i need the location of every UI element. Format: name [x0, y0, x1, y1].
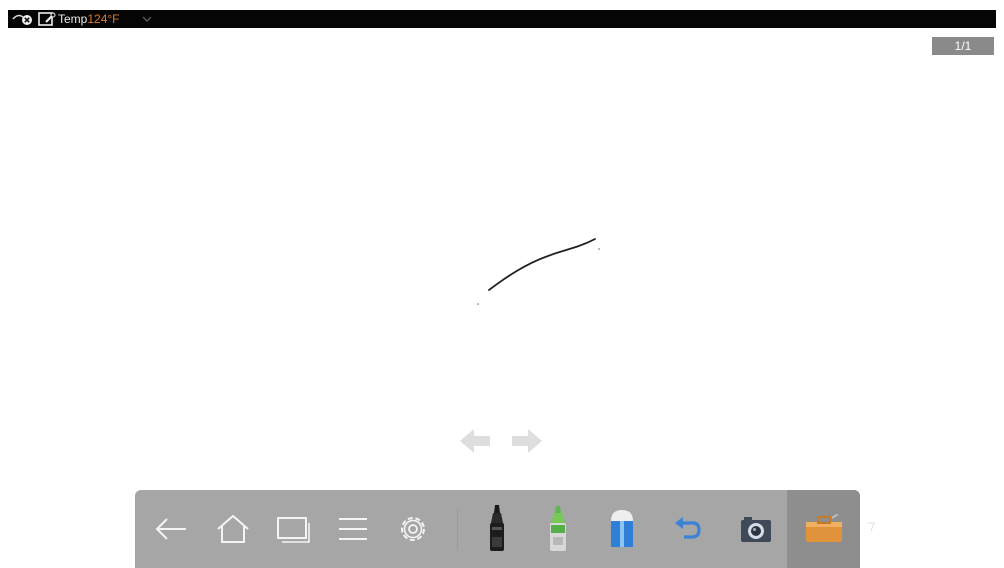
- chevron-down-icon[interactable]: [142, 16, 152, 22]
- arrow-left-icon: [460, 429, 490, 453]
- ink-dot: [598, 248, 600, 250]
- settings-button[interactable]: [391, 490, 435, 568]
- arrow-left-icon: [155, 518, 186, 540]
- eraser-icon: [611, 510, 633, 547]
- menu-button[interactable]: [331, 490, 375, 568]
- toolbar-handle[interactable]: [866, 520, 876, 538]
- bottom-toolbar: [135, 490, 860, 568]
- eraser-button[interactable]: [599, 490, 645, 568]
- screenshot-button[interactable]: [733, 490, 779, 568]
- black-marker-icon: [490, 505, 504, 551]
- windows-button[interactable]: [270, 490, 316, 568]
- undo-button[interactable]: [665, 490, 709, 568]
- eye-close-icon[interactable]: [12, 12, 34, 26]
- ink-dot: [477, 303, 479, 305]
- toolbox-icon: [805, 514, 842, 542]
- status-bar: Temp 124°F: [8, 10, 996, 28]
- menu-icon: [339, 518, 367, 540]
- toolbox-button[interactable]: [787, 490, 860, 568]
- highlighter-button[interactable]: [535, 490, 581, 568]
- camera-icon: [741, 517, 771, 542]
- arrow-right-icon: [512, 429, 542, 453]
- green-highlighter-icon: [550, 506, 566, 551]
- gear-icon: [401, 517, 425, 541]
- home-button[interactable]: [209, 490, 257, 568]
- home-icon: [217, 514, 249, 543]
- screen-pen-icon[interactable]: [38, 11, 56, 27]
- next-page-button[interactable]: [510, 426, 544, 456]
- temperature-label: Temp: [58, 12, 88, 26]
- back-button[interactable]: [149, 490, 193, 568]
- undo-icon: [675, 517, 701, 539]
- marker-button[interactable]: [475, 490, 519, 568]
- window-icon: [277, 517, 310, 543]
- prev-page-button[interactable]: [458, 426, 492, 456]
- whiteboard-canvas[interactable]: [0, 30, 1004, 480]
- temperature-value: 124°F: [87, 12, 120, 26]
- handle-icon: [868, 522, 875, 532]
- ink-stroke: [488, 238, 596, 291]
- toolbar-divider: [457, 508, 458, 550]
